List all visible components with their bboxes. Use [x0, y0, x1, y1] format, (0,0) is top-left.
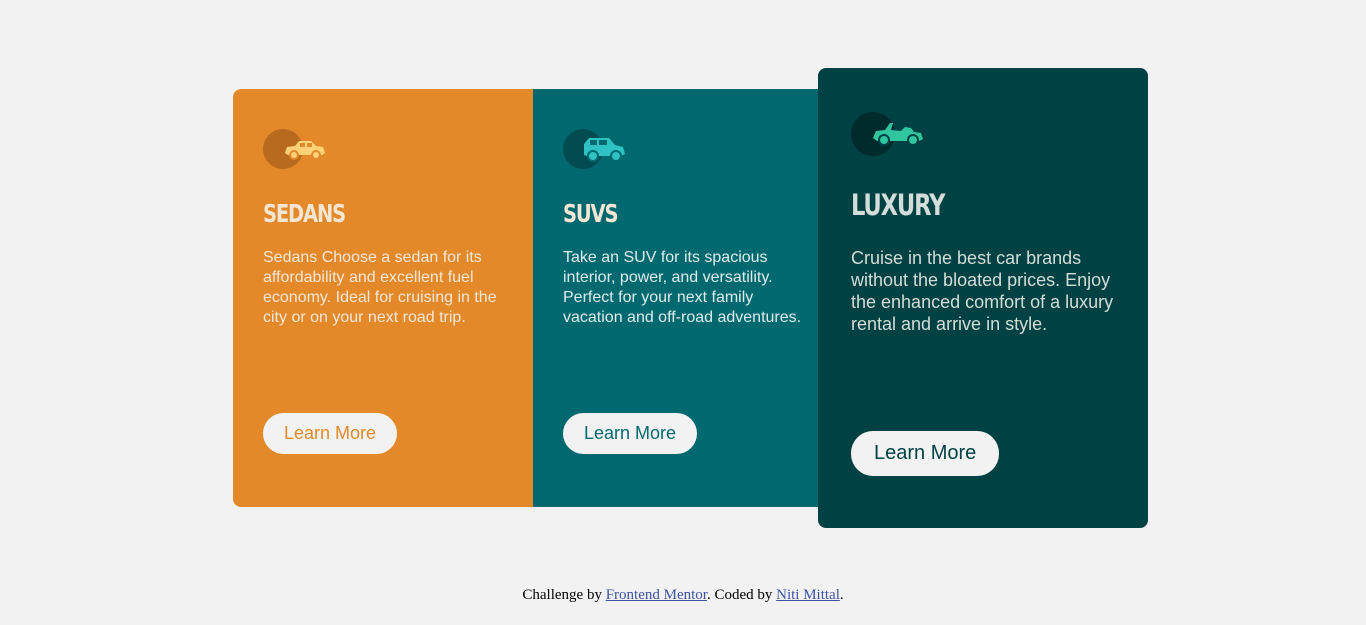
footer-suffix: . [839, 587, 844, 603]
suv-car-icon [563, 129, 629, 169]
card-title: SEDANS [263, 199, 346, 228]
frontend-mentor-link[interactable]: Frontend Mentor [606, 587, 707, 603]
author-link[interactable]: Niti Mittal [776, 587, 840, 603]
sedans-card: SEDANS Sedans Choose a sedan for its aff… [233, 89, 533, 507]
learn-more-button[interactable]: Learn More [263, 413, 398, 454]
sedan-car-icon [263, 129, 329, 169]
learn-more-button[interactable]: Learn More [851, 431, 1000, 476]
suvs-card: SUVS Take an SUV for its spacious interi… [533, 89, 833, 507]
attribution-footer: Challenge by Frontend Mentor. Coded by N… [0, 587, 1366, 604]
card-title: SUVS [563, 199, 619, 228]
learn-more-button[interactable]: Learn More [563, 413, 698, 454]
card-title: LUXURY [851, 188, 946, 222]
luxury-card: LUXURY Cruise in the best car brands wit… [818, 68, 1148, 528]
footer-middle: . Coded by [706, 587, 777, 603]
card-description: Cruise in the best car brands without th… [851, 248, 1114, 334]
footer-prefix: Challenge by [522, 587, 606, 603]
convertible-car-icon [851, 112, 925, 156]
card-description: Sedans Choose a sedan for its affordabil… [263, 249, 497, 326]
card-description: Take an SUV for its spacious interior, p… [563, 249, 802, 326]
